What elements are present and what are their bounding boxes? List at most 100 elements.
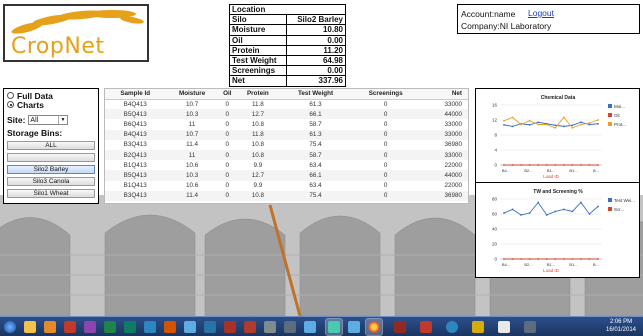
table-cell: 12.7 <box>235 109 280 120</box>
taskbar-app[interactable] <box>142 319 158 335</box>
taskbar-app[interactable] <box>242 319 258 335</box>
taskbar-app[interactable] <box>102 319 118 335</box>
taskbar-app[interactable] <box>282 319 298 335</box>
bin-button-blank[interactable] <box>7 153 95 162</box>
column-header[interactable]: Test Weight <box>279 89 352 100</box>
data-point <box>503 123 505 126</box>
data-point <box>520 214 522 216</box>
data-point <box>503 258 505 260</box>
data-point <box>562 258 565 260</box>
column-header[interactable]: Screenings <box>351 89 421 100</box>
data-point <box>503 164 505 166</box>
table-row[interactable]: B3Q413 11.4 0 10.8 75.4 0 36980 <box>105 140 468 150</box>
legend-label: Scr... <box>614 207 624 212</box>
data-point <box>588 164 591 166</box>
bin-button-silo3-canola[interactable]: Silo3 Canola <box>7 177 95 186</box>
taskbar-app[interactable] <box>22 319 38 335</box>
start-button[interactable] <box>2 319 18 335</box>
taskbar-app[interactable] <box>365 318 383 336</box>
taskbar-app[interactable] <box>470 319 486 335</box>
site-select[interactable]: All ▼ <box>28 115 69 125</box>
taskbar-app[interactable] <box>82 319 98 335</box>
table-cell: 63.4 <box>309 182 322 190</box>
data-point <box>537 121 540 124</box>
taskbar-app[interactable] <box>262 319 278 335</box>
column-header[interactable]: Net <box>420 89 468 100</box>
table-row[interactable]: B5Q413 10.3 0 12.7 66.1 0 44000 <box>105 109 468 120</box>
table-row[interactable]: B4Q413 10.7 0 11.8 61.3 0 33000 <box>105 99 468 109</box>
system-clock[interactable]: 2:06 PM 16/01/2014 <box>601 318 641 336</box>
data-point <box>503 212 505 214</box>
visio-icon <box>184 321 196 333</box>
summary-label: Screenings <box>228 65 288 77</box>
x-tick-label: B4... <box>502 262 510 267</box>
data-point <box>511 125 514 128</box>
table-cell: 10.8 <box>251 120 264 128</box>
taskbar-app[interactable] <box>62 319 78 335</box>
taskbar-app[interactable] <box>122 319 138 335</box>
data-point <box>571 124 574 127</box>
table-row[interactable]: B4Q413 10.7 0 11.8 61.3 0 33000 <box>105 129 468 140</box>
data-point <box>580 164 582 166</box>
table-cell: 33000 <box>420 149 468 161</box>
data-point <box>503 119 505 122</box>
data-point <box>588 258 591 260</box>
column-header[interactable]: Sample Id <box>105 89 166 100</box>
taskbar-app[interactable] <box>302 319 318 335</box>
outlook-icon <box>44 321 56 333</box>
taskbar-app[interactable] <box>42 319 58 335</box>
x-tick-label: B... <box>593 168 599 173</box>
taskbar-app[interactable] <box>522 319 538 335</box>
taskbar-app[interactable] <box>202 319 218 335</box>
table-cell: B5Q413 <box>105 109 166 120</box>
legend-label: Oil <box>614 113 620 118</box>
table-row[interactable]: B3Q413 11.4 0 10.8 75.4 0 36980 <box>105 190 468 201</box>
full-data-radio[interactable] <box>7 92 14 99</box>
taskbar-app[interactable] <box>222 319 238 335</box>
data-point <box>545 164 548 166</box>
column-header[interactable]: Moisture <box>165 89 219 100</box>
taskbar-app[interactable] <box>418 319 434 335</box>
column-header[interactable]: Protein <box>235 89 280 100</box>
data-point <box>597 205 599 208</box>
taskbar-app[interactable] <box>182 319 198 335</box>
table-cell: 33000 <box>444 120 462 128</box>
legend-label: Moi... <box>614 104 625 109</box>
table-row[interactable]: B1Q413 10.6 0 9.9 63.4 0 22000 <box>105 181 468 191</box>
summary-label: Silo <box>228 14 288 26</box>
taskbar-app[interactable] <box>392 319 408 335</box>
table-cell: B1Q413 <box>123 161 147 169</box>
table-cell: 0 <box>218 190 236 201</box>
charts-radio[interactable] <box>7 101 14 108</box>
logout-link[interactable]: Logout <box>528 8 554 18</box>
table-row[interactable]: B6Q413 11 0 10.8 58.7 0 33000 <box>105 119 468 129</box>
word-icon <box>144 321 156 333</box>
bin-button-silo1-wheat[interactable]: Silo1 Wheat <box>7 189 95 198</box>
y-tick-label: 0 <box>494 163 497 168</box>
data-point <box>588 122 591 124</box>
bin-button-silo2-barley[interactable]: Silo2 Barley <box>7 165 95 174</box>
column-header[interactable]: Oil <box>218 89 236 100</box>
data-point <box>520 123 522 126</box>
taskbar-app[interactable] <box>444 319 460 335</box>
table-cell: B6Q413 <box>123 120 147 128</box>
table-cell: 0 <box>383 182 388 190</box>
access-icon <box>64 321 76 333</box>
taskbar-app[interactable] <box>346 319 362 335</box>
taskbar-app[interactable] <box>162 319 178 335</box>
table-row[interactable]: B5Q413 10.3 0 12.7 66.1 0 44000 <box>105 170 468 181</box>
table-cell: 10.3 <box>165 170 219 181</box>
charts-option[interactable]: Charts <box>7 100 95 110</box>
data-point <box>520 258 522 260</box>
y-tick-label: 12 <box>492 118 498 123</box>
taskbar-app[interactable] <box>325 318 343 336</box>
table-row[interactable]: B1Q413 10.6 0 9.9 63.4 0 22000 <box>105 160 468 170</box>
table-cell: 11.4 <box>186 141 198 149</box>
chart-title: Chemical Data <box>541 95 576 101</box>
table-cell: B3Q413 <box>123 141 147 149</box>
taskbar-app[interactable] <box>496 319 512 335</box>
table-row[interactable]: B2Q413 11 0 10.8 58.7 0 33000 <box>105 149 468 161</box>
bin-button-all[interactable]: ALL <box>7 141 95 150</box>
y-tick-label: 16 <box>492 103 498 108</box>
app-icon <box>348 321 360 333</box>
